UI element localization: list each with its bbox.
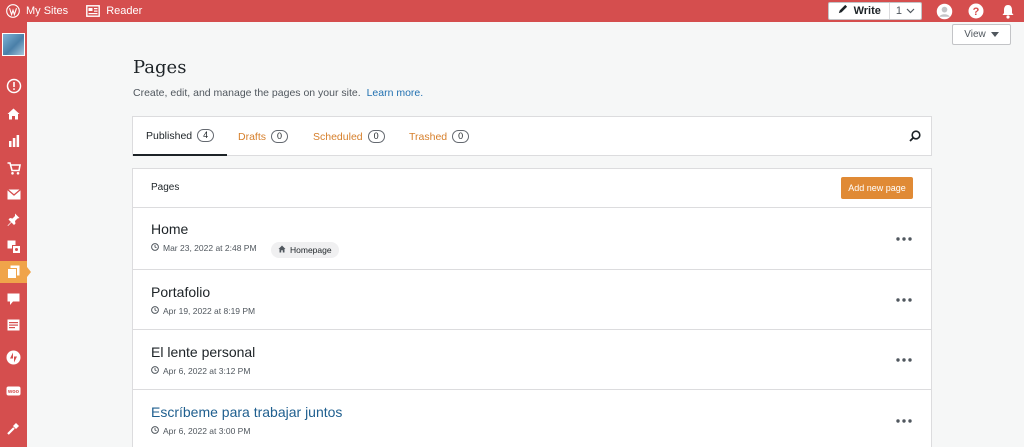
write-label: Write — [853, 5, 881, 17]
tab-trashed[interactable]: Trashed 0 — [409, 117, 470, 156]
page-date: Apr 19, 2022 at 8:19 PM — [163, 306, 256, 316]
help-icon[interactable]: ? — [960, 0, 992, 22]
masterbar: My Sites Reader Write 1 ? — [0, 0, 1024, 22]
tab-label: Scheduled — [313, 130, 363, 143]
page-row[interactable]: El lente personal Apr 6, 2022 at 3:12 PM — [133, 330, 931, 390]
tab-scheduled[interactable]: Scheduled 0 — [313, 117, 385, 156]
write-button[interactable]: Write — [829, 3, 890, 19]
page-title-link[interactable]: Portafolio — [151, 284, 210, 300]
ellipsis-menu-icon[interactable] — [893, 414, 915, 428]
tab-count: 4 — [197, 129, 215, 142]
clock-icon — [151, 306, 159, 316]
page-row[interactable]: Home Mar 23, 2022 at 2:48 PM Homepage — [133, 208, 931, 270]
site-icon[interactable] — [2, 33, 25, 56]
write-button-group: Write 1 — [827, 2, 922, 20]
page-subtitle: Create, edit, and manage the pages on yo… — [133, 87, 423, 99]
woo-icon[interactable]: woo — [0, 380, 27, 402]
svg-text:?: ? — [973, 6, 980, 18]
learn-more-link[interactable]: Learn more. — [367, 87, 424, 99]
subtitle-text: Create, edit, and manage the pages on yo… — [133, 87, 361, 99]
page-title-link[interactable]: Home — [151, 221, 188, 237]
site-count: 1 — [895, 5, 902, 17]
home-icon[interactable] — [0, 103, 27, 125]
page-title-link[interactable]: El lente personal — [151, 344, 255, 360]
chevron-down-icon — [906, 5, 915, 17]
add-new-page-button[interactable]: Add new page — [841, 177, 913, 199]
wordpress-logo-icon — [6, 4, 20, 18]
homepage-badge: Homepage — [271, 242, 339, 258]
reader-label: Reader — [106, 5, 143, 17]
svg-text:woo: woo — [7, 389, 20, 395]
my-sites-link[interactable]: My Sites — [0, 0, 74, 22]
page-meta: Apr 6, 2022 at 3:00 PM — [151, 426, 250, 436]
page-meta: Mar 23, 2022 at 2:48 PM — [151, 243, 257, 253]
reader-link[interactable]: Reader — [80, 0, 148, 22]
page-date: Mar 23, 2022 at 2:48 PM — [163, 243, 257, 253]
page-date: Apr 6, 2022 at 3:12 PM — [163, 366, 251, 376]
caret-down-icon — [990, 29, 999, 40]
tab-label: Drafts — [238, 130, 267, 143]
tab-published[interactable]: Published 4 — [133, 117, 228, 156]
tab-count: 0 — [367, 130, 385, 143]
clock-icon — [151, 426, 159, 436]
tab-drafts[interactable]: Drafts 0 — [238, 117, 289, 156]
page-date: Apr 6, 2022 at 3:00 PM — [163, 426, 251, 436]
tab-label: Published — [146, 129, 193, 142]
ellipsis-menu-icon[interactable] — [893, 353, 915, 367]
section-nav: Published 4 Drafts 0 Scheduled 0 Trashed… — [132, 116, 932, 156]
view-label: View — [964, 29, 986, 40]
my-sites-label: My Sites — [26, 5, 69, 17]
page-meta: Apr 19, 2022 at 8:19 PM — [151, 306, 255, 316]
bell-icon[interactable] — [992, 0, 1024, 22]
cart-icon[interactable] — [0, 157, 27, 179]
ellipsis-menu-icon[interactable] — [893, 293, 915, 307]
feedback-icon[interactable] — [0, 314, 27, 336]
pages-icon[interactable] — [0, 261, 31, 283]
view-button[interactable]: View — [952, 24, 1011, 45]
clock-icon — [151, 366, 159, 376]
page-row[interactable]: Escríbeme para trabajar juntos Apr 6, 20… — [133, 390, 931, 447]
clock-icon — [151, 243, 159, 253]
media-icon[interactable] — [0, 236, 27, 258]
comment-icon[interactable] — [0, 288, 27, 310]
home-icon — [278, 245, 286, 255]
pages-list: Pages Add new page Home Mar 23, 2022 at … — [132, 168, 932, 447]
alert-icon[interactable] — [0, 75, 27, 97]
stats-icon[interactable] — [0, 130, 27, 152]
page-meta: Apr 6, 2022 at 3:12 PM — [151, 366, 250, 376]
sidebar: woo — [0, 22, 31, 447]
avatar-icon[interactable] — [928, 0, 960, 22]
pin-icon[interactable] — [0, 209, 27, 231]
site-switch-dropdown[interactable]: 1 — [890, 5, 921, 17]
list-header-label: Pages — [151, 182, 180, 193]
tab-label: Trashed — [409, 130, 448, 143]
tools-icon[interactable] — [0, 417, 27, 439]
page-title: Pages — [133, 57, 187, 78]
page-row[interactable]: Portafolio Apr 19, 2022 at 8:19 PM — [133, 270, 931, 330]
page-title-link[interactable]: Escríbeme para trabajar juntos — [151, 404, 342, 420]
badge-label: Homepage — [290, 245, 332, 255]
pen-icon — [837, 4, 848, 18]
list-header: Pages Add new page — [133, 169, 931, 208]
reader-icon — [86, 5, 101, 17]
ellipsis-menu-icon[interactable] — [893, 232, 915, 246]
search-icon[interactable] — [909, 129, 921, 147]
tab-count: 0 — [452, 130, 470, 143]
tab-count: 0 — [271, 130, 289, 143]
jetpack-icon[interactable] — [0, 346, 27, 368]
mail-icon[interactable] — [0, 183, 27, 205]
